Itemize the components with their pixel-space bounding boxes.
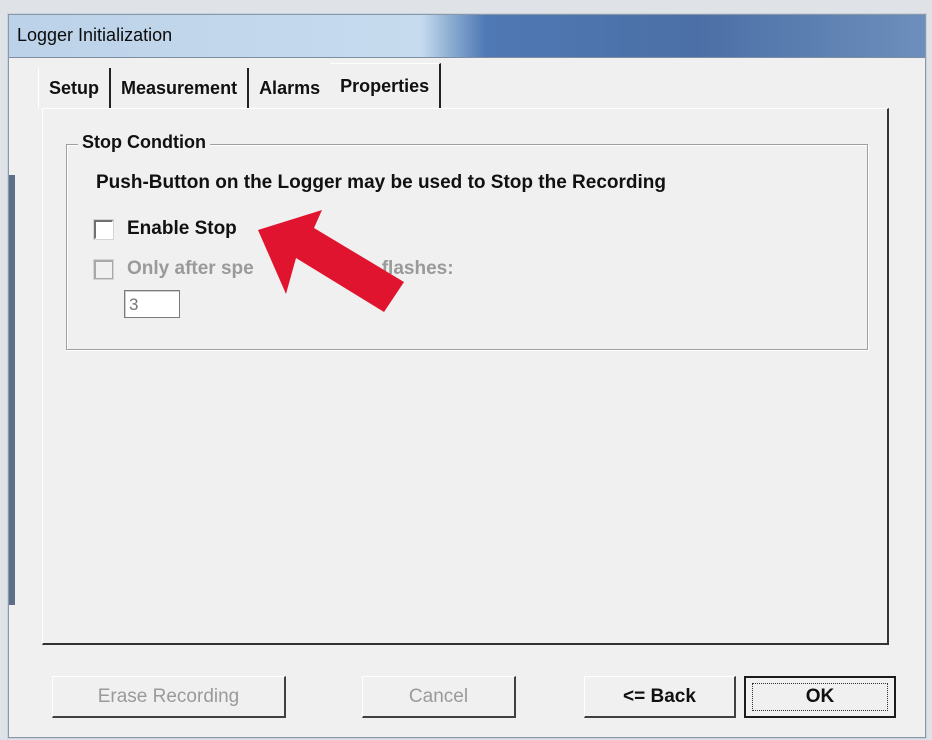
flashes-count-input: 3	[124, 290, 180, 318]
only-after-row: Only after spe flashes:	[94, 258, 454, 280]
ok-button[interactable]: OK	[744, 676, 896, 718]
enable-stop-row[interactable]: Enable Stop	[94, 218, 237, 240]
back-button[interactable]: <= Back	[584, 676, 736, 718]
window-left-edge	[9, 175, 15, 605]
erase-recording-button: Erase Recording	[52, 676, 286, 718]
cancel-button: Cancel	[362, 676, 516, 718]
tab-strip: Setup Measurement Alarms Properties	[38, 63, 442, 108]
tab-measurement[interactable]: Measurement	[111, 68, 250, 108]
only-after-label-start: Only after spe	[127, 258, 254, 279]
only-after-checkbox	[94, 259, 113, 279]
stop-info-text: Push-Button on the Logger may be used to…	[96, 172, 666, 193]
window-title: Logger Initialization	[17, 25, 173, 45]
only-after-label-end: flashes:	[381, 258, 454, 279]
stop-condition-title: Stop Condtion	[78, 132, 210, 153]
tab-properties[interactable]: Properties	[330, 63, 442, 108]
title-bar[interactable]: Logger Initialization	[9, 15, 925, 58]
enable-stop-label: Enable Stop	[127, 218, 237, 239]
tab-alarms[interactable]: Alarms	[249, 68, 330, 108]
ok-focus-rect	[752, 683, 888, 711]
tab-setup[interactable]: Setup	[38, 68, 112, 108]
enable-stop-checkbox[interactable]	[94, 219, 113, 239]
